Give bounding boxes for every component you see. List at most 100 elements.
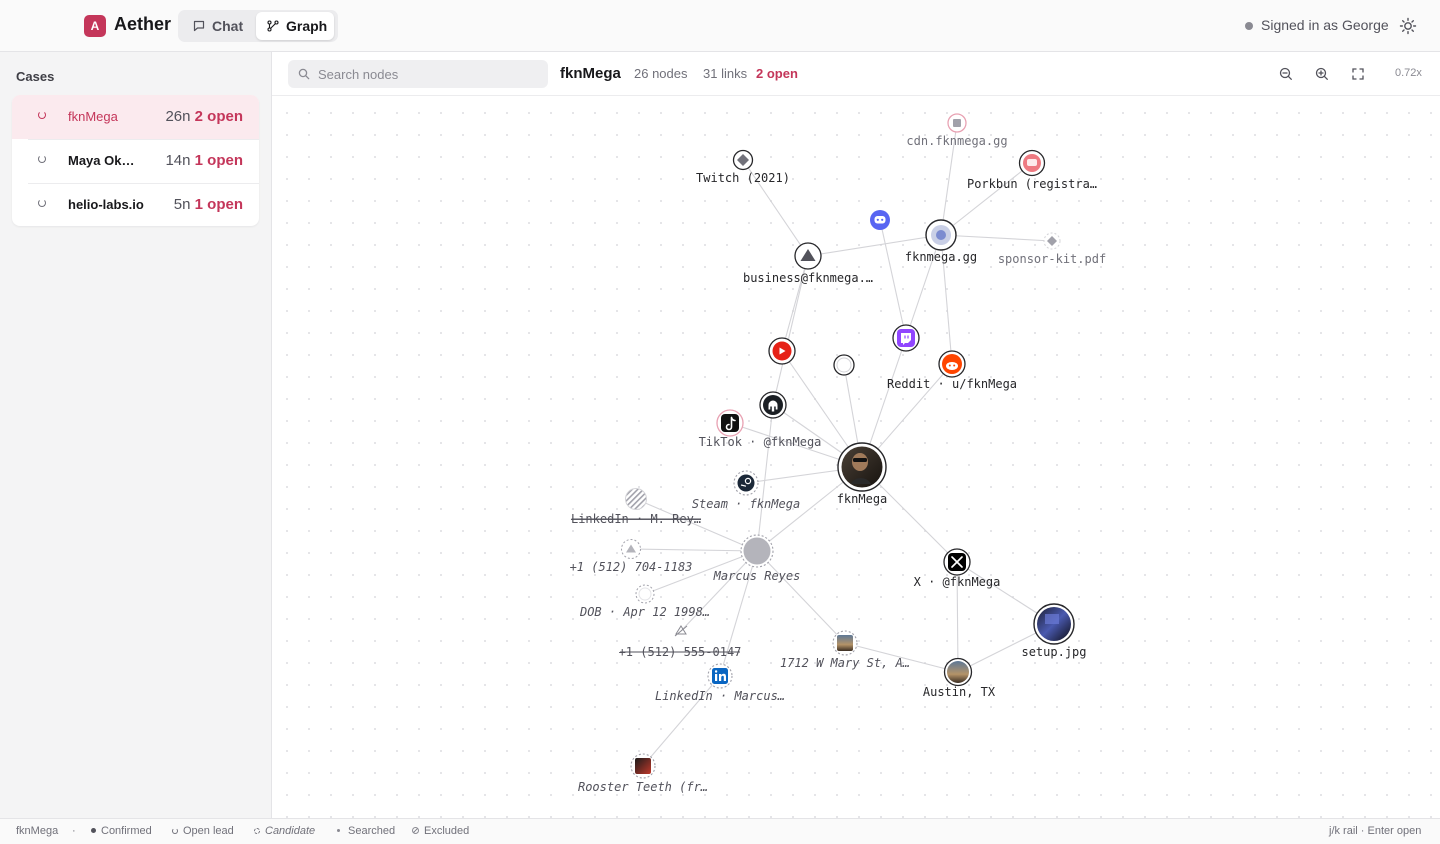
photo-icon <box>635 758 651 774</box>
reddit-eye <box>953 364 956 367</box>
case-counts: 26n 2 open <box>165 108 243 125</box>
node-label: Marcus Reyes <box>713 569 801 583</box>
legend-open-lead: Open lead <box>172 825 234 837</box>
graph-node-linkedin-m[interactable]: LinkedIn · M. Rey… <box>571 488 701 527</box>
case-node-count: 5n <box>173 196 191 213</box>
app-logo[interactable]: A <box>84 15 106 37</box>
node-label: Austin, TX <box>923 685 996 699</box>
square-icon <box>953 119 961 127</box>
legend-candidate-label: Candidate <box>265 825 316 837</box>
graph-toolbar: fknMega 26 nodes 31 links 2 open 0.72x <box>272 52 1440 96</box>
graph-mode-button[interactable]: Graph <box>256 12 334 40</box>
graph-node-linkedin[interactable]: LinkedIn · Marcus… <box>655 663 785 703</box>
fit-view-button[interactable] <box>1349 65 1367 83</box>
edge <box>940 234 1053 242</box>
case-counts: 5n 1 open <box>174 196 243 213</box>
keyboard-hint: j/k rail · Enter open <box>1329 825 1422 837</box>
node-label: business@fknmega.… <box>743 271 873 285</box>
legend-candidate: Candidate <box>254 825 315 837</box>
case-open-count: 1 open <box>194 152 243 169</box>
cases-title: Cases <box>16 69 55 84</box>
graph-node-phone-2[interactable]: +1 (512) 555-0147 <box>619 625 742 659</box>
mode-switch: Chat Graph <box>178 10 338 42</box>
case-item-fknmega[interactable]: fknMega 26n 2 open <box>12 95 259 139</box>
theme-toggle-button[interactable] <box>1398 16 1418 36</box>
node-label: Steam · fknMega <box>692 497 800 511</box>
graph-canvas[interactable]: cdn.fknmega.gg Twitch (2021) Porkbun (re… <box>272 96 1440 818</box>
link-count: 31 links <box>703 66 748 81</box>
legend-excluded: Excluded <box>412 825 469 837</box>
graph-node-dob[interactable]: DOB · Apr 12 1998… <box>579 584 710 619</box>
graph-node-youtube[interactable] <box>768 337 796 365</box>
graph-node-main[interactable]: fknMega <box>837 442 888 506</box>
graph-node-twitch-2021[interactable]: Twitch (2021) <box>696 149 790 186</box>
graph-node-x[interactable]: X · @fknMega <box>914 548 1001 589</box>
graph-node-steam[interactable]: Steam · fknMega <box>692 470 800 511</box>
legend-open-lead-label: Open lead <box>183 825 234 837</box>
case-node-count: 14n <box>165 152 191 169</box>
legend-confirmed: Confirmed <box>91 825 152 837</box>
chat-mode-button[interactable]: Chat <box>182 12 256 40</box>
case-status-icon <box>38 155 46 163</box>
open-lead-count[interactable]: 2 open <box>756 66 798 81</box>
confirmed-dot-icon <box>91 828 96 833</box>
graph-node-twitch[interactable] <box>892 324 920 352</box>
graph-node-setup[interactable]: setup.jpg <box>1021 603 1087 659</box>
node-label: Porkbun (registra… <box>967 177 1097 191</box>
node-label: fknmega.gg <box>905 250 977 264</box>
graph-node-address[interactable]: 1712 W Mary St, A… <box>780 630 910 670</box>
node-label: LinkedIn · Marcus… <box>655 689 785 703</box>
node-label: sponsor-kit.pdf <box>998 252 1106 266</box>
node-label: TikTok · @fknMega <box>699 435 822 449</box>
case-item-helio[interactable]: helio-labs.io 5n 1 open <box>12 183 259 226</box>
graph-node-sponsor[interactable]: sponsor-kit.pdf <box>998 232 1106 266</box>
graph-node-domain[interactable]: fknmega.gg <box>905 219 977 264</box>
node-label: +1 (512) 704-1183 <box>570 560 693 574</box>
photo-icon <box>837 635 853 651</box>
search-input[interactable] <box>318 64 538 84</box>
divider <box>28 139 259 140</box>
node-search <box>288 60 548 88</box>
graph-node-reddit[interactable]: Reddit · u/fknMega <box>887 350 1017 391</box>
graph-node-github[interactable] <box>759 391 787 419</box>
circle-icon <box>836 357 852 373</box>
hatched-icon <box>625 488 647 510</box>
zoom-in-icon <box>1315 67 1328 80</box>
case-name: helio-labs.io <box>68 197 144 212</box>
edge <box>940 162 1033 236</box>
graph-node-austin[interactable]: Austin, TX <box>923 657 996 700</box>
footer-case-name: fknMega <box>16 825 59 837</box>
reddit-face <box>946 362 958 370</box>
graph-node-phone-1[interactable]: +1 (512) 704-1183 <box>570 539 693 575</box>
node-label: X · @fknMega <box>914 575 1001 589</box>
legend-excluded-label: Excluded <box>424 825 470 837</box>
discord-glyph <box>874 216 886 224</box>
zoom-level: 0.72x <box>1395 67 1422 79</box>
signed-in-label[interactable]: Signed in as George <box>1261 17 1389 33</box>
graph-node-rooster[interactable]: Rooster Teeth (fr… <box>578 753 708 794</box>
graph-node-cdn[interactable]: cdn.fknmega.gg <box>906 113 1008 148</box>
cases-sidebar: Cases fknMega 26n 2 open Maya Ok… 14n 1 … <box>0 52 272 818</box>
chat-mode-label: Chat <box>212 18 244 34</box>
zoom-out-button[interactable] <box>1277 65 1295 83</box>
graph-node-porkbun[interactable]: Porkbun (registra… <box>967 149 1097 192</box>
node-label: DOB · Apr 12 1998… <box>579 605 710 619</box>
searched-dot-icon <box>337 829 340 832</box>
graph-mode-label: Graph <box>286 18 328 34</box>
graph-node-discord[interactable] <box>870 210 890 230</box>
case-item-maya[interactable]: Maya Ok… 14n 1 open <box>12 139 259 183</box>
legend-searched: Searched <box>337 825 395 837</box>
graph-node-marcus[interactable]: Marcus Reyes <box>713 534 801 583</box>
case-node-count: 26n <box>165 108 191 125</box>
app-name: Aether <box>114 14 172 34</box>
porkbun-glyph <box>1027 159 1037 166</box>
graph-svg[interactable]: cdn.fknmega.gg Twitch (2021) Porkbun (re… <box>272 96 1440 818</box>
graph-node-unnamed[interactable] <box>833 354 855 376</box>
node-label: Twitch (2021) <box>696 171 790 185</box>
graph-node-tiktok[interactable]: TikTok · @fknMega <box>699 409 822 449</box>
footer-separator: · <box>72 825 76 837</box>
graph-nodes[interactable]: cdn.fknmega.gg Twitch (2021) Porkbun (re… <box>570 113 1107 794</box>
node-count: 26 nodes <box>634 66 688 81</box>
node-label: fknMega <box>837 492 888 506</box>
zoom-in-button[interactable] <box>1313 65 1331 83</box>
